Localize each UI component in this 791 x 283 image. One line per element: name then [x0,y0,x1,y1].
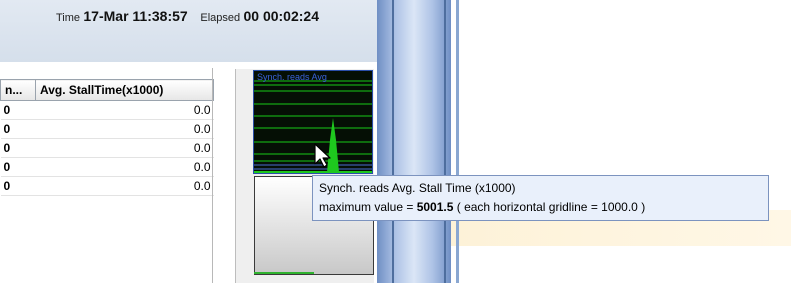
table-cell: 0.0 [35,176,214,196]
splitter-edge-right [444,0,446,283]
table-cell: 0.0 [35,100,214,120]
table-cell: 0.0 [35,119,214,139]
table-cell: 0 [0,119,36,139]
table-row[interactable]: 0 0.0 [0,157,214,177]
tooltip-detail: maximum value = 5001.5 ( each horizontal… [319,198,762,217]
table-header-row: n... Avg. StallTime(x1000) [0,79,214,101]
mini-chart-lower-line [254,272,314,274]
table-cell: 0 [0,157,36,177]
time-value: 17-Mar 11:38:57 [83,8,188,24]
right-pane-edge [456,0,459,283]
tooltip-title: Synch. reads Avg. Stall Time (x1000) [319,181,516,195]
tooltip-max-value: 5001.5 [416,200,454,214]
tooltip: Synch. reads Avg. Stall Time (x1000) max… [312,175,769,221]
table-row[interactable]: 0 0.0 [0,138,214,158]
splitter-edge-left [392,0,394,283]
elapsed-label: Elapsed [200,12,241,24]
table-row[interactable]: 0 0.0 [0,176,214,196]
column-divider [212,68,213,283]
arrow-cursor-icon [314,143,331,168]
column-header-avg-stall-time[interactable]: Avg. StallTime(x1000) [35,79,214,101]
table-cell: 0.0 [35,138,214,158]
elapsed-value: 00 00:02:24 [243,8,319,24]
status-header: Time 17-Mar 11:38:57 Elapsed 00 00:02:24 [0,0,378,62]
table-cell: 0 [0,176,36,196]
column-header-n[interactable]: n... [0,79,36,101]
table-cell: 0.0 [35,157,214,177]
table-row[interactable]: 0 0.0 [0,119,214,139]
mini-chart-background [253,70,373,174]
time-row: Time 17-Mar 11:38:57 Elapsed 00 00:02:24 [56,8,319,24]
stats-table: n... Avg. StallTime(x1000) 0 0.0 0 0.0 0… [0,79,214,196]
window-splitter[interactable] [377,0,451,283]
time-label: Time [56,12,81,24]
mini-chart[interactable]: Synch. reads Avg [253,70,373,174]
tooltip-gridline-note: ( each horizontal gridline = 1000.0 ) [453,200,646,214]
table-cell: 0 [0,100,36,120]
tooltip-max-label: maximum value = [319,200,417,214]
mini-chart-title: Synch. reads Avg [257,72,327,82]
table-cell: 0 [0,138,36,158]
table-row[interactable]: 0 0.0 [0,100,214,120]
